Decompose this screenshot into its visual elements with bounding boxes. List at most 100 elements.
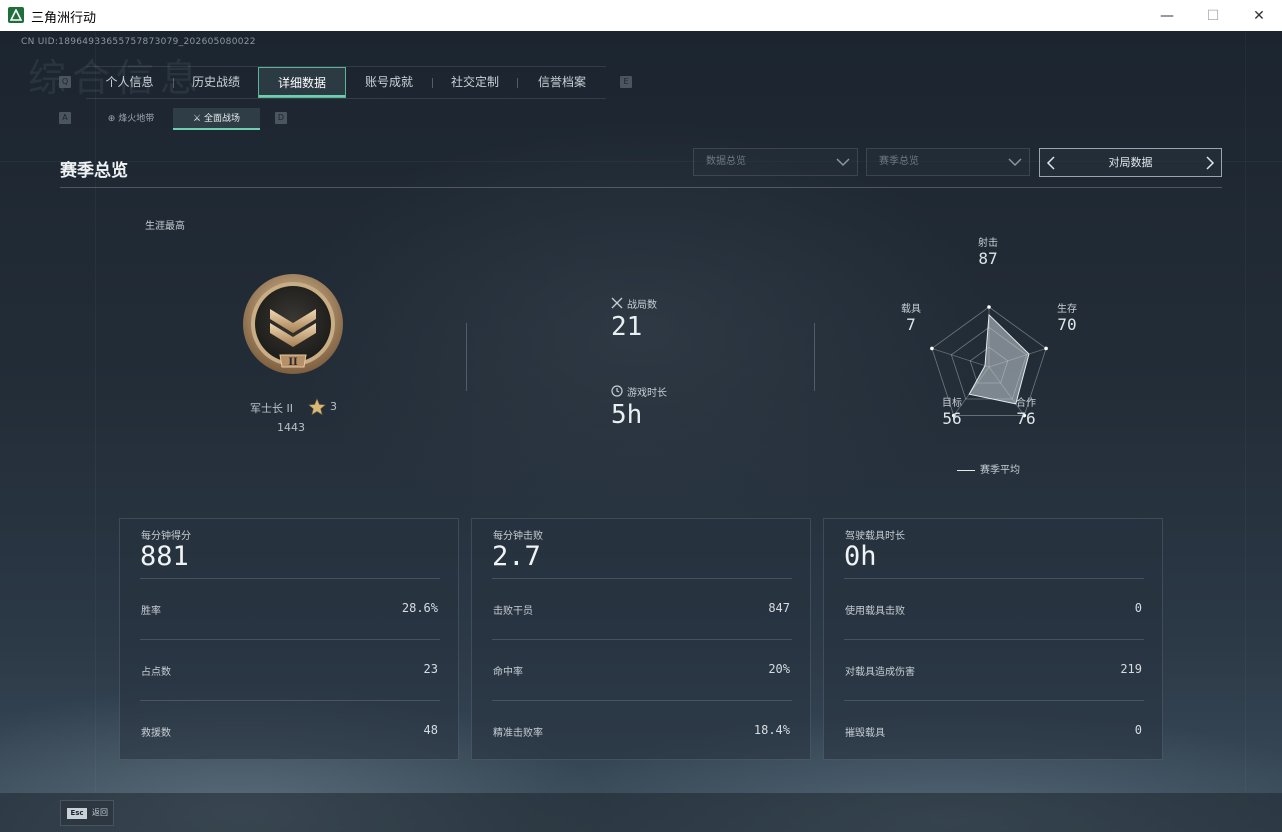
battle-icon: ⚔ — [193, 114, 204, 124]
radar-legend: 赛季平均 — [957, 461, 1020, 476]
row-label: 胜率 — [141, 606, 161, 617]
row-label: 使用载具击败 — [845, 606, 905, 617]
selector-label: 对局数据 — [1108, 156, 1153, 169]
row-label: 摧毁载具 — [845, 728, 885, 739]
maximize-button[interactable]: ☐ — [1190, 0, 1236, 31]
tab-history[interactable]: 历史战绩 — [174, 67, 258, 98]
tab-personal-info[interactable]: 个人信息 — [86, 67, 173, 98]
esc-key-icon: Esc — [67, 808, 87, 819]
season-overview-dropdown[interactable]: 赛季总览 — [866, 148, 1030, 176]
badge-numeral: II — [288, 357, 298, 368]
card-vehicle-time: 驾驶载具时长 0h 使用载具击败 0 对载具造成伤害 219 摧毁载具 0 — [823, 518, 1163, 760]
chevron-right-icon[interactable] — [1205, 156, 1215, 170]
radar-value-shooting: 87 — [978, 249, 998, 268]
match-data-selector: 对局数据 — [1039, 148, 1222, 177]
card-title: 每分钟击败 — [493, 531, 543, 542]
radar-label-cooperation: 合作 — [1016, 398, 1036, 409]
vertical-divider — [466, 323, 467, 391]
career-best-label: 生涯最高 — [145, 221, 185, 232]
close-button[interactable]: ✕ — [1236, 0, 1282, 31]
row-label: 对载具造成伤害 — [845, 667, 915, 678]
radar-label-shooting: 射击 — [978, 238, 998, 249]
rank-score: 1443 — [277, 421, 305, 434]
row-divider — [140, 639, 440, 640]
section-title: 赛季总览 — [60, 161, 128, 181]
subtab-hazard-zone[interactable]: ⊕ 烽火地带 — [92, 108, 170, 130]
legend-line-icon — [957, 469, 975, 471]
window-titlebar: 三角洲行动 — ☐ ✕ — [0, 0, 1282, 32]
crossed-swords-icon — [611, 297, 623, 309]
chevron-down-icon — [1008, 158, 1022, 167]
section-divider — [60, 187, 1222, 188]
uid-text: CN UID:1896493365575787307​9_20260508002… — [21, 37, 256, 47]
row-label: 占点数 — [141, 667, 171, 678]
radar-label-survival: 生存 — [1057, 304, 1077, 315]
card-main-value: 881 — [140, 541, 189, 572]
radar-vertex-dot — [930, 346, 934, 351]
row-value: 23 — [423, 662, 438, 676]
rank-badge-icon: II — [242, 273, 344, 381]
row-divider — [492, 578, 792, 579]
row-value: 18.4% — [753, 723, 790, 737]
card-title: 驾驶载具时长 — [845, 531, 905, 542]
row-label: 精准击败率 — [493, 728, 543, 739]
minimize-icon: — — [1160, 7, 1174, 24]
playtime-value: 5h — [611, 400, 643, 430]
row-label: 击败干员 — [493, 606, 533, 617]
back-label: 返回 — [92, 808, 108, 817]
matches-label: 战局数 — [627, 300, 657, 311]
tab-social[interactable]: 社交定制 — [433, 67, 517, 98]
minimize-button[interactable]: — — [1144, 0, 1190, 31]
radar-axis-line — [931, 348, 990, 368]
row-label: 救援数 — [141, 728, 171, 739]
key-hint-left: Q — [59, 76, 71, 88]
subtab-label: 全面战场 — [203, 114, 240, 124]
maximize-icon: ☐ — [1206, 7, 1220, 24]
radar-vertex-dot — [987, 305, 991, 309]
row-value: 28.6% — [401, 601, 438, 615]
row-label: 命中率 — [493, 667, 523, 678]
card-kills-per-minute: 每分钟击败 2.7 击败干员 847 命中率 20% 精准击败率 18.4% — [471, 518, 811, 760]
card-main-value: 0h — [844, 541, 877, 572]
dropdown-label: 赛季总览 — [879, 156, 919, 167]
chevron-down-icon — [836, 158, 850, 167]
data-overview-dropdown[interactable]: 数据总览 — [693, 148, 858, 176]
radar-value-vehicle: 7 — [906, 315, 916, 334]
rank-star-count: 3 — [330, 400, 337, 413]
radar-value-objective: 56 — [942, 409, 962, 428]
row-divider — [844, 700, 1144, 701]
radar-value-cooperation: 76 — [1016, 409, 1036, 428]
subtab-key-right: D — [275, 112, 287, 124]
row-divider — [844, 639, 1144, 640]
row-divider — [140, 578, 440, 579]
dropdown-label: 数据总览 — [706, 156, 746, 167]
row-divider — [492, 639, 792, 640]
radar-vertex-dot — [1044, 346, 1048, 351]
key-hint-right: E — [620, 76, 632, 88]
tab-achievements[interactable]: 账号成就 — [346, 67, 432, 98]
main-area: 综合信息 CN UID:1896493365575787307​9_202605… — [0, 31, 1282, 832]
subtab-label: 烽火地带 — [118, 114, 155, 124]
row-divider — [140, 700, 440, 701]
bottom-bar — [0, 793, 1282, 832]
card-title: 每分钟得分 — [141, 531, 191, 542]
close-icon: ✕ — [1253, 7, 1265, 24]
window-title: 三角洲行动 — [31, 11, 97, 26]
back-button[interactable]: Esc 返回 — [60, 800, 114, 826]
card-score-per-minute: 每分钟得分 881 胜率 28.6% 占点数 23 救援数 48 — [119, 518, 459, 760]
tab-credit[interactable]: 信誉档案 — [518, 67, 606, 98]
radar-label-objective: 目标 — [942, 398, 962, 409]
chevron-left-icon[interactable] — [1046, 156, 1056, 170]
subtab-full-battle[interactable]: ⚔ 全面战场 — [173, 108, 260, 130]
radar-data-polygon — [968, 313, 1030, 405]
hazard-icon: ⊕ — [107, 114, 119, 124]
tab-detailed-data[interactable]: 详细数据 — [258, 67, 346, 98]
bg-grid-line — [95, 31, 96, 791]
radar-value-survival: 70 — [1057, 315, 1077, 334]
row-value: 20% — [768, 662, 790, 676]
bg-grid-line — [1245, 31, 1246, 791]
vertical-divider — [814, 323, 815, 391]
row-divider — [844, 578, 1144, 579]
star-icon — [308, 398, 326, 416]
subtab-key-left: A — [59, 112, 71, 124]
